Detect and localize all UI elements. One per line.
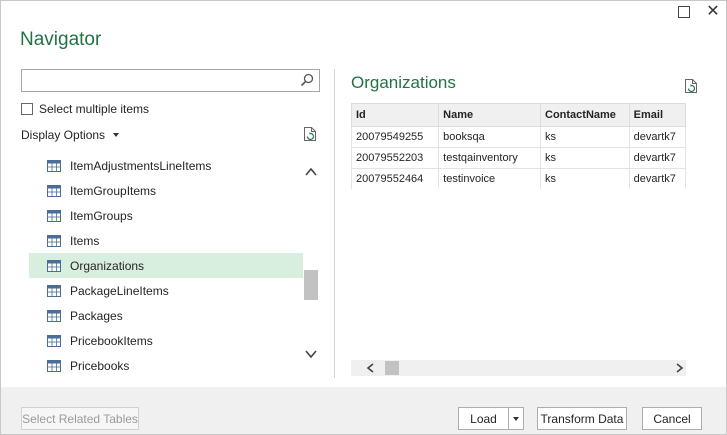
chevron-down-icon [113, 133, 120, 137]
preview-title: Organizations [351, 73, 456, 92]
search-input[interactable] [22, 70, 292, 91]
tree-item[interactable]: Pricebooks [29, 353, 303, 378]
table-cell: devartk7 [628, 168, 686, 189]
scroll-left-icon[interactable] [365, 362, 377, 374]
refresh-preview-icon[interactable] [684, 78, 698, 94]
tree-item[interactable]: ItemGroupItems [29, 178, 303, 203]
tree-item-label: ItemGroupItems [70, 183, 157, 198]
table-cell: devartk7 [628, 147, 686, 169]
tree-item-label: Packages [70, 308, 123, 323]
preview-grid: Id Name ContactName Email 20079549255 bo… [351, 103, 686, 189]
table-cell: ks [540, 168, 630, 189]
table-cell: booksqa [438, 126, 541, 148]
table-cell: 20079552464 [351, 168, 440, 189]
navigator-dialog: ✕ Navigator Select multiple items Displa… [0, 0, 727, 435]
select-related-tables-button[interactable]: Select Related Tables [21, 407, 139, 430]
refresh-icon[interactable] [303, 126, 317, 142]
tree-item[interactable]: PackageLineItems [29, 278, 303, 303]
transform-data-button[interactable]: Transform Data [537, 407, 627, 430]
table-cell: 20079552203 [351, 147, 440, 169]
navigator-tree: ItemAdjustmentsLineItems ItemGroupItems It… [29, 153, 303, 378]
tree-item-label: Pricebooks [70, 358, 130, 373]
table-icon [47, 159, 61, 172]
load-split-button: Load [458, 407, 524, 430]
tree-item-label: ItemAdjustmentsLineItems [70, 158, 212, 173]
column-header[interactable]: Name [438, 103, 541, 127]
tree-item-label: ItemGroups [70, 208, 133, 223]
load-options-button[interactable] [508, 407, 524, 430]
table-icon [47, 259, 61, 272]
table-icon [47, 284, 61, 297]
maximize-icon[interactable] [678, 6, 690, 18]
tree-item-label: PackageLineItems [70, 283, 169, 298]
horizontal-scroll-thumb[interactable] [385, 361, 399, 375]
select-multiple-option[interactable]: Select multiple items [21, 102, 149, 116]
table-icon [47, 184, 61, 197]
search-box [21, 69, 320, 92]
select-multiple-checkbox[interactable] [21, 103, 33, 115]
tree-item[interactable]: PricebookItems [29, 328, 303, 353]
tree-item[interactable]: ItemGroups [29, 203, 303, 228]
close-button[interactable]: ✕ [704, 2, 722, 22]
table-cell: testinvoice [438, 168, 541, 189]
display-options-label: Display Options [21, 128, 106, 142]
scroll-thumb[interactable] [304, 270, 318, 300]
table-icon [47, 359, 61, 372]
table-cell: ks [540, 147, 630, 169]
table-cell: testqainventory [438, 147, 541, 169]
column-header[interactable]: Email [628, 103, 686, 127]
dialog-title: Navigator [20, 29, 102, 50]
load-button[interactable]: Load [458, 407, 509, 430]
table-icon [47, 334, 61, 347]
table-cell: devartk7 [628, 126, 686, 148]
search-icon[interactable] [300, 73, 314, 87]
left-scrollbar[interactable] [303, 153, 319, 378]
scroll-up-icon[interactable] [304, 165, 318, 179]
table-icon [47, 309, 61, 322]
chevron-down-icon [513, 416, 519, 421]
tree-item-label: PricebookItems [70, 333, 153, 348]
scroll-down-icon[interactable] [304, 347, 318, 361]
tree-item-label: Items [70, 233, 100, 248]
tree-item[interactable]: Packages [29, 303, 303, 328]
scroll-right-icon[interactable] [673, 362, 685, 374]
table-icon [47, 209, 61, 222]
table-cell: ks [540, 126, 630, 148]
pane-divider[interactable] [334, 69, 335, 378]
tree-item[interactable]: Items [29, 228, 303, 253]
column-header[interactable]: ContactName [540, 103, 630, 127]
display-options-dropdown[interactable]: Display Options [21, 128, 120, 142]
table-cell: 20079549255 [351, 126, 440, 148]
tree-item[interactable]: Organizations [29, 253, 303, 278]
table-row: 20079552203 testqainventory ks devartk7 [351, 147, 686, 169]
select-multiple-label: Select multiple items [39, 102, 150, 116]
table-icon [47, 234, 61, 247]
cancel-button[interactable]: Cancel [642, 407, 702, 430]
column-header[interactable]: Id [351, 103, 440, 127]
table-row: 20079552464 testinvoice ks devartk7 [351, 168, 686, 189]
tree-item[interactable]: ItemAdjustmentsLineItems [29, 153, 303, 178]
horizontal-scrollbar[interactable] [351, 360, 686, 376]
table-row: 20079549255 booksqa ks devartk7 [351, 126, 686, 148]
grid-header-row: Id Name ContactName Email [351, 103, 686, 127]
tree-item-label: Organizations [70, 258, 145, 273]
